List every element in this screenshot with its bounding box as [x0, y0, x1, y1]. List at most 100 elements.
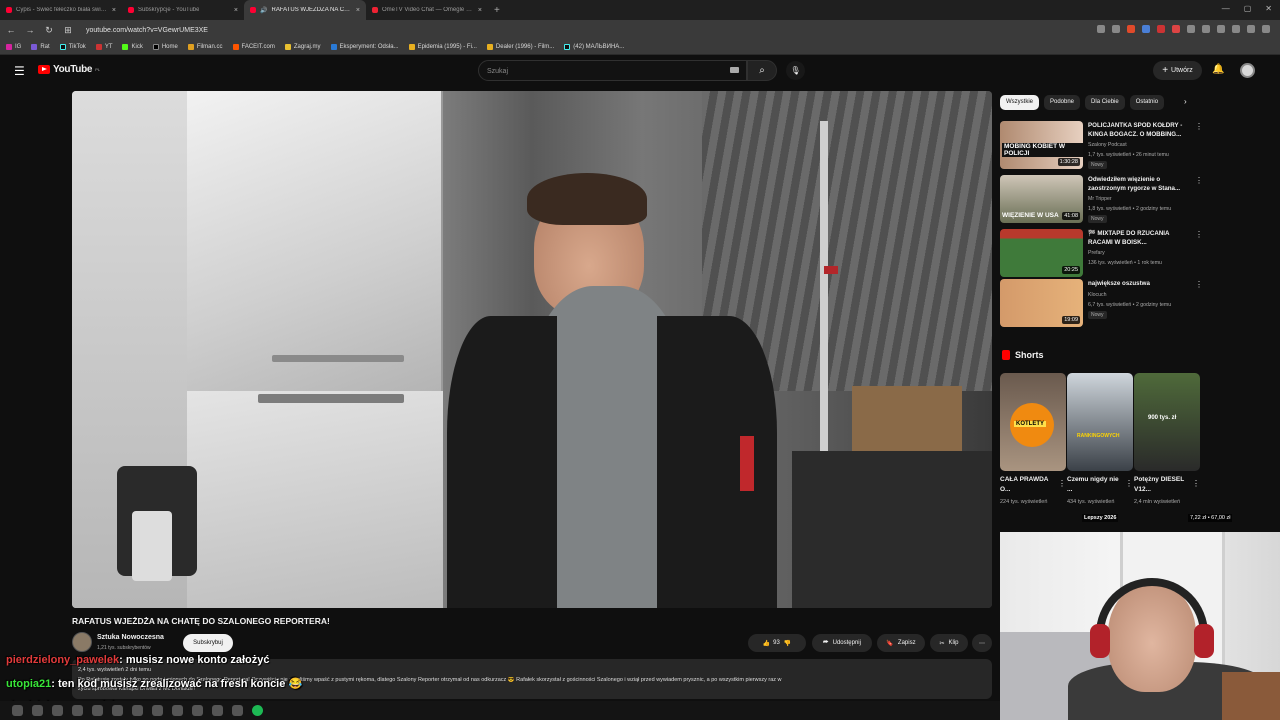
channel-name[interactable]: Mr Tripper — [1088, 196, 1112, 202]
chip-all[interactable]: Wszystkie — [1000, 95, 1039, 110]
url-field[interactable]: youtube.com/watch?v=VGewrUME3XE — [86, 27, 208, 34]
video-player[interactable] — [72, 91, 992, 608]
brave-shield-icon[interactable] — [1127, 25, 1135, 33]
browser-tab-3[interactable]: 🔊 RAFATUS WJEŻDŻA NA CHA × — [244, 0, 366, 20]
app-icon[interactable] — [132, 705, 143, 716]
extension-icon[interactable] — [1142, 25, 1150, 33]
close-icon[interactable]: × — [356, 7, 360, 14]
menu-icon[interactable] — [1262, 25, 1270, 33]
recommended-video[interactable]: 20:25 🏁 MIXTAPE DO RZUCANIA RACAMI W BOI… — [1000, 229, 1205, 277]
short-thumbnail[interactable]: RANKINGOWYCH — [1067, 373, 1133, 471]
account-avatar[interactable] — [1240, 63, 1255, 78]
search-button[interactable]: ⌕ — [747, 60, 777, 81]
channel-avatar[interactable] — [72, 632, 92, 652]
bookmark-item[interactable]: Home — [152, 44, 178, 50]
extension-icon[interactable] — [1157, 25, 1165, 33]
app-icon[interactable] — [192, 705, 203, 716]
search-input[interactable]: Szukaj — [478, 60, 747, 81]
chip-recent[interactable]: Ostatnio — [1129, 95, 1165, 110]
video-thumbnail[interactable]: WIĘZIENIE W USA 41:08 — [1000, 175, 1083, 223]
back-icon[interactable]: ← — [6, 25, 16, 35]
download-icon[interactable] — [1202, 25, 1210, 33]
close-window-icon[interactable]: ✕ — [1265, 4, 1272, 13]
keyboard-icon[interactable] — [730, 67, 739, 73]
video-thumbnail[interactable]: 19:09 — [1000, 279, 1083, 327]
like-button[interactable]: 👍 93 — [763, 640, 780, 647]
close-icon[interactable]: × — [112, 7, 116, 14]
more-vertical-icon[interactable]: ⋮ — [1195, 280, 1203, 289]
app-icon[interactable] — [152, 705, 163, 716]
voice-search-button[interactable]: 🎙 — [786, 61, 805, 80]
reload-icon[interactable]: ↻ — [44, 25, 54, 36]
app-icon[interactable] — [212, 705, 223, 716]
more-vertical-icon[interactable]: ⋮ — [1195, 176, 1203, 185]
app-icon[interactable] — [92, 705, 103, 716]
recommended-video[interactable]: MOBING KOBIET W POLICJI 1:30:28 POLICJAN… — [1000, 121, 1205, 169]
wallet-icon[interactable] — [1217, 25, 1225, 33]
zoom-icon[interactable] — [1112, 25, 1120, 33]
app-icon[interactable] — [32, 705, 43, 716]
install-icon[interactable] — [1097, 25, 1105, 33]
channel-name[interactable]: Sztuka Nowoczesna — [97, 634, 164, 641]
save-button[interactable]: 🔖 Zapisz — [877, 634, 925, 652]
new-tab-icon[interactable]: + — [494, 5, 500, 16]
bookmark-item[interactable]: TikTok — [59, 44, 86, 50]
bookmark-item[interactable]: Zagraj.my — [284, 44, 321, 50]
bookmark-item[interactable]: Kick — [122, 44, 143, 50]
chip-related[interactable]: Podobne — [1044, 95, 1081, 110]
dislike-button[interactable]: 👎 — [784, 640, 791, 647]
puzzle-icon[interactable] — [1187, 25, 1195, 33]
bookmark-item[interactable]: (42) МАЛЬВИНА... — [564, 44, 624, 50]
minimize-icon[interactable]: — — [1222, 4, 1230, 13]
more-vertical-icon[interactable]: ⋮ — [1058, 479, 1066, 488]
bookmark-item[interactable]: IG — [6, 44, 21, 50]
short-video[interactable]: KOTLETY CAŁA PRAWDA O... 224 tys. wyświe… — [1000, 373, 1066, 506]
bookmark-item[interactable]: Eksperyment: Odsła... — [330, 44, 399, 50]
short-thumbnail[interactable]: KOTLETY — [1000, 373, 1066, 471]
channel-name[interactable]: Klocuch — [1088, 292, 1106, 298]
clip-button[interactable]: ✂ Klip — [930, 634, 968, 652]
video-thumbnail[interactable]: 20:25 — [1000, 229, 1083, 277]
close-icon[interactable]: × — [234, 7, 238, 14]
video-thumbnail[interactable]: MOBING KOBIET W POLICJI 1:30:28 — [1000, 121, 1083, 169]
browser-tab-4[interactable]: OmeTV Video Chat — Omegle Rand × — [366, 0, 488, 20]
hamburger-menu-icon[interactable]: ☰ — [14, 64, 25, 78]
youtube-logo[interactable]: YouTube PL — [38, 64, 100, 75]
bookmark-item[interactable]: Rat — [31, 44, 50, 50]
channel-name[interactable]: Szalony Podcast — [1088, 142, 1127, 148]
bookmark-item[interactable]: Dealer (1996) - Film... — [486, 44, 554, 50]
channel-name[interactable]: Prefary — [1088, 250, 1105, 256]
subscribe-button[interactable]: Subskrybuj — [183, 634, 233, 652]
app-icon[interactable] — [72, 705, 83, 716]
more-vertical-icon[interactable]: ⋮ — [1195, 122, 1203, 131]
bookmark-item[interactable]: Filman.cc — [187, 44, 223, 50]
maximize-icon[interactable]: ▢ — [1244, 4, 1252, 13]
close-icon[interactable]: × — [478, 7, 482, 14]
short-video[interactable]: 900 tys. zł Potężny DIESEL V12... 2,4 ml… — [1134, 373, 1200, 506]
notifications-bell-icon[interactable]: 🔔 — [1212, 64, 1224, 75]
app-icon[interactable] — [52, 705, 63, 716]
bookmark-item[interactable]: FACEIT.com — [232, 44, 275, 50]
create-button[interactable]: + Utwórz — [1153, 61, 1202, 80]
chevron-right-icon[interactable]: › — [1184, 97, 1187, 106]
bookmark-item[interactable]: Epidemia (1995) - Fi... — [408, 44, 477, 50]
recommended-video[interactable]: WIĘZIENIE W USA 41:08 Odwiedziłem więzie… — [1000, 175, 1205, 223]
app-icon[interactable] — [172, 705, 183, 716]
browser-tab-2[interactable]: Subskrypcje - YouTube × — [122, 0, 244, 20]
short-thumbnail[interactable]: 900 tys. zł — [1134, 373, 1200, 471]
more-vertical-icon[interactable]: ⋮ — [1195, 230, 1203, 239]
share-button[interactable]: ⮫ Udostępnij — [812, 634, 872, 652]
spotify-icon[interactable] — [252, 705, 263, 716]
start-icon[interactable] — [12, 705, 23, 716]
browser-tab-1[interactable]: Cypis - Świeć fełeczko biała świeć - Y × — [0, 0, 122, 20]
sidebar-icon[interactable] — [1247, 25, 1255, 33]
recommended-video[interactable]: 19:09 największe oszustwa Klocuch 6,7 ty… — [1000, 279, 1205, 327]
more-vertical-icon[interactable]: ⋮ — [1125, 479, 1133, 488]
site-info-icon[interactable]: ⊞ — [63, 25, 73, 36]
more-actions-button[interactable]: ⋯ — [972, 634, 992, 652]
bookmark-item[interactable]: YT — [95, 44, 112, 50]
link-icon[interactable] — [1232, 25, 1240, 33]
app-icon[interactable] — [112, 705, 123, 716]
forward-icon[interactable]: → — [25, 25, 35, 35]
app-icon[interactable] — [232, 705, 243, 716]
